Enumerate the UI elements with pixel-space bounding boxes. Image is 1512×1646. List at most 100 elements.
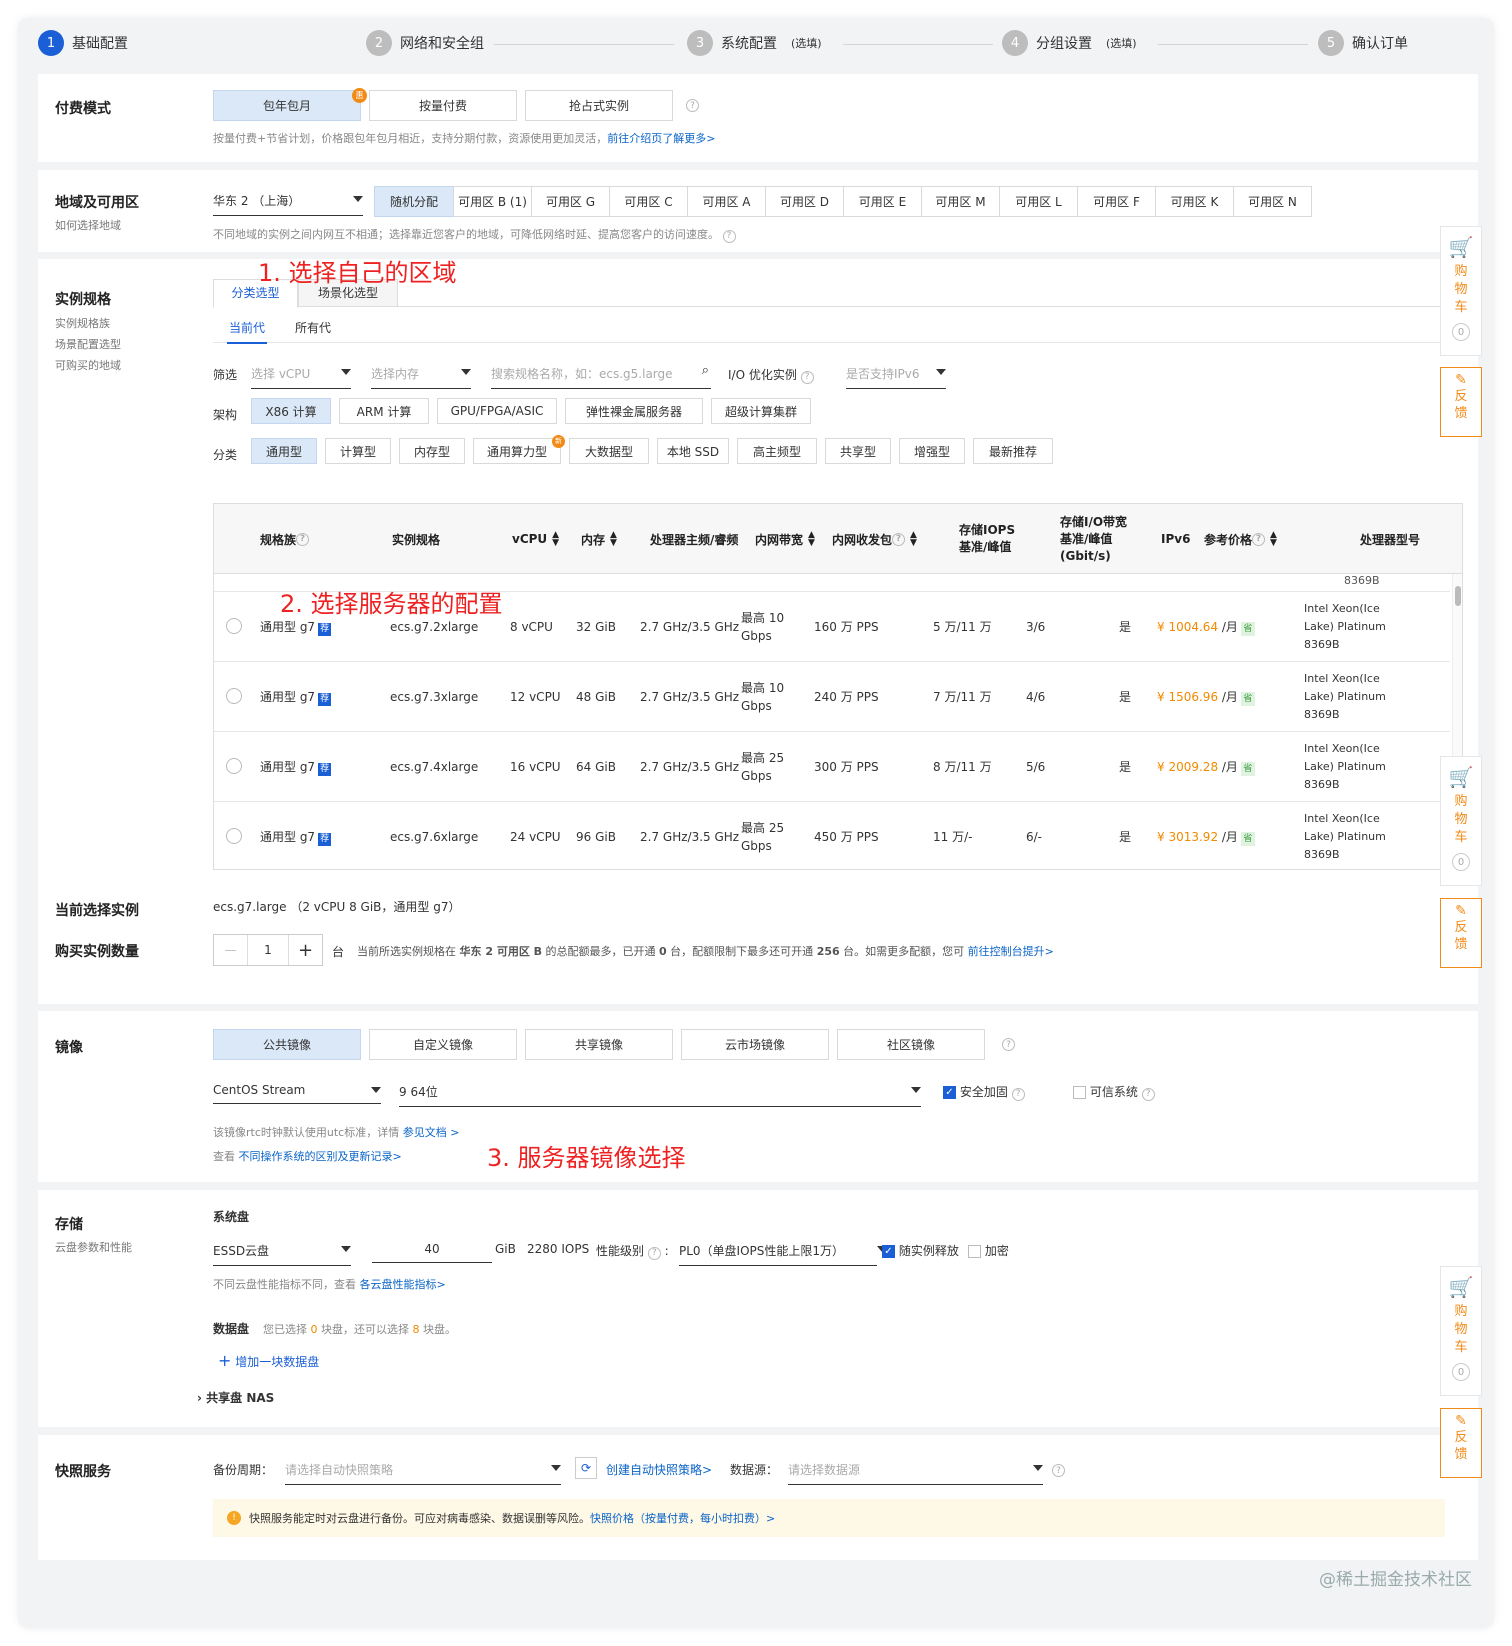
category-option[interactable]: 共享型 [825,438,891,464]
sort-icon[interactable]: ▲ ▼ [610,531,617,548]
region-help-link[interactable]: 如何选择地域 [55,215,121,236]
col-bandwidth[interactable]: 内网带宽 ▲ ▼ [755,504,815,574]
snapshot-policy-select[interactable]: 请选择自动快照策略 [285,1461,561,1485]
encrypt-checkbox[interactable] [968,1245,981,1258]
category-option[interactable]: 内存型 [399,438,465,464]
zone-option[interactable]: 可用区 B (1) [453,186,532,217]
category-option[interactable]: 通用型 [251,438,317,464]
row-radio[interactable] [226,758,242,774]
memory-select[interactable]: 选择内存 [371,365,471,389]
image-doc-link[interactable]: 参见文档 > [403,1126,460,1139]
category-option[interactable]: 增强型 [899,438,965,464]
sort-icon[interactable]: ▲ ▼ [1270,531,1277,548]
category-option[interactable]: 计算型 [325,438,391,464]
zone-option[interactable]: 可用区 N [1233,186,1312,217]
step-4[interactable]: 4 分组设置 (选填) [1002,30,1137,56]
billing-option-payg[interactable]: 按量付费 [369,90,517,121]
region-select[interactable]: 华东 2 （上海） [213,192,363,216]
col-vcpu[interactable]: vCPU ▲ ▼ [512,504,559,574]
help-icon[interactable]: ? [1141,1087,1155,1101]
version-select[interactable]: 9 64位 [399,1083,921,1107]
quantity-plus-button[interactable]: + [288,935,322,965]
disk-type-select[interactable]: ESSD云盘 [213,1242,351,1266]
arch-option[interactable]: 超级计算集群 [711,398,811,424]
col-pps[interactable]: 内网收发包 ? ▲ ▼ [832,504,917,574]
table-row[interactable]: 通用型 g7 荐 ecs.g7.4xlarge 16 vCPU 64 GiB 2.7 GH… [214,731,1450,801]
add-data-disk-button[interactable]: + 增加一块数据盘 [218,1351,319,1370]
category-option[interactable]: 通用算力型新 [473,435,565,464]
tab-current-gen[interactable]: 当前代 [227,319,268,344]
sort-icon[interactable]: ▲ ▼ [808,531,815,548]
cart-widget[interactable]: 🛒 购 物 车 0 [1440,756,1482,886]
help-icon[interactable]: ? [1002,1038,1015,1051]
step-3[interactable]: 3 系统配置 (选填) [687,30,822,56]
help-icon[interactable]: ? [1011,1087,1025,1101]
billing-option-spot[interactable]: 抢占式实例 [525,90,673,121]
tab-all-gen[interactable]: 所有代 [295,319,331,336]
refresh-icon[interactable]: ⟳ [575,1457,597,1479]
ipv6-select[interactable]: 是否支持IPv6 [846,365,946,389]
zone-option[interactable]: 可用区 D [765,186,844,217]
table-row[interactable]: 通用型 g7 荐 ecs.g7.3xlarge 12 vCPU 48 GiB 2.7 GH… [214,661,1450,731]
sort-icon[interactable]: ▲ ▼ [910,531,917,548]
spec-anchor-family[interactable]: 实例规格族 [55,313,110,334]
help-icon[interactable]: ? [892,532,906,546]
zone-option[interactable]: 可用区 F [1077,186,1156,217]
feedback-widget[interactable]: ✎ 反 馈 [1440,367,1482,437]
category-option[interactable]: 本地 SSD [657,438,729,464]
arch-option[interactable]: X86 计算 [251,398,331,424]
col-family[interactable]: 规格族 ? [260,504,310,574]
spec-search-input[interactable]: 搜索规格名称，如：ecs.g5.large ⌕ [491,363,711,389]
row-radio[interactable] [226,688,242,704]
help-icon[interactable]: ? [1252,532,1266,546]
help-icon[interactable]: ? [800,370,814,384]
scrollbar-thumb[interactable] [1454,586,1461,606]
search-icon[interactable]: ⌕ [702,363,709,378]
image-tab[interactable]: 共享镜像 [525,1029,673,1060]
step-1[interactable]: 1 基础配置 [38,30,128,56]
io-optimized-label[interactable]: I/O 优化实例 [728,368,797,382]
row-radio[interactable] [226,618,242,634]
help-icon[interactable]: ? [296,532,310,546]
col-memory[interactable]: 内存 ▲ ▼ [581,504,617,574]
spec-anchor-scenario[interactable]: 场景配置选型 [55,334,121,355]
col-price[interactable]: 参考价格 ? ▲ ▼ [1204,504,1277,574]
zone-option[interactable]: 可用区 G [531,186,610,217]
arch-option[interactable]: ARM 计算 [339,398,429,424]
disk-size-input[interactable]: 40 [372,1242,492,1263]
zone-option[interactable]: 可用区 E [843,186,922,217]
help-icon[interactable]: ? [1052,1464,1065,1477]
image-tab[interactable]: 云市场镜像 [681,1029,829,1060]
data-source-select[interactable]: 请选择数据源 [788,1461,1043,1485]
feedback-widget[interactable]: ✎ 反 馈 [1440,1408,1482,1478]
nas-toggle[interactable]: › 共享盘 NAS [197,1389,274,1406]
help-icon[interactable]: ? [686,99,699,112]
perf-level-select[interactable]: PL0（单盘IOPS性能上限1万） [679,1242,887,1266]
sort-icon[interactable]: ▲ ▼ [552,531,559,548]
zone-option[interactable]: 随机分配 [374,186,454,217]
help-icon[interactable]: ? [647,1246,661,1260]
category-option[interactable]: 大数据型 [569,438,649,464]
trusted-checkbox[interactable] [1073,1086,1086,1099]
cart-widget[interactable]: 🛒 购 物 车 0 [1440,226,1482,356]
row-radio[interactable] [226,828,242,844]
vcpu-select[interactable]: 选择 vCPU [251,365,351,389]
os-select[interactable]: CentOS Stream [213,1083,381,1104]
create-policy-link[interactable]: 创建自动快照策略> [606,1461,712,1478]
zone-option[interactable]: 可用区 K [1155,186,1234,217]
arch-option[interactable]: GPU/FPGA/ASIC [437,398,557,424]
feedback-widget[interactable]: ✎ 反 馈 [1440,898,1482,968]
cart-widget[interactable]: 🛒 购 物 车 0 [1440,1266,1482,1396]
category-option[interactable]: 最新推荐 [973,438,1053,464]
spec-anchor-region[interactable]: 可购买的地域 [55,355,121,376]
table-row[interactable]: 通用型 g7 荐 ecs.g7.6xlarge 24 vCPU 96 GiB 2.7 GH… [214,801,1450,869]
quantity-minus-button[interactable]: — [214,935,248,965]
security-checkbox[interactable]: ✓ [943,1086,956,1099]
zone-option[interactable]: 可用区 A [687,186,766,217]
category-option[interactable]: 高主频型 [737,438,817,464]
billing-more-link[interactable]: 前往介绍页了解更多> [607,132,715,145]
step-2[interactable]: 2 网络和安全组 [366,30,484,56]
release-checkbox[interactable]: ✓ [882,1245,895,1258]
zone-option[interactable]: 可用区 M [921,186,1000,217]
disk-perf-link[interactable]: 各云盘性能指标> [360,1278,446,1291]
